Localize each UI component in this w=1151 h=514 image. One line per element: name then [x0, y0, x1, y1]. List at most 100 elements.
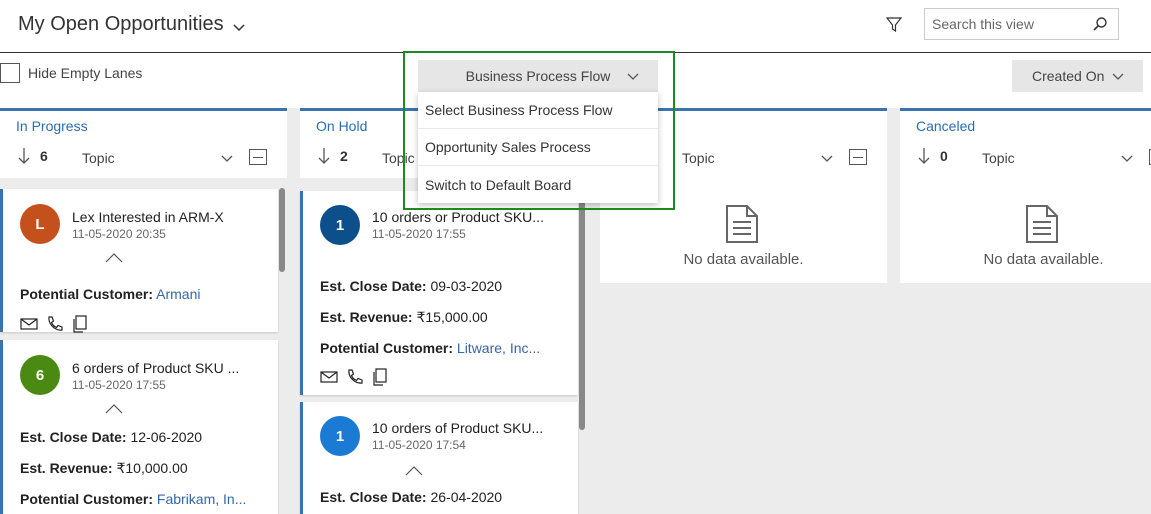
chevron-down-icon[interactable]: [1120, 151, 1134, 170]
card-field-customer: Potential Customer: Fabrikam, In...: [20, 491, 246, 507]
card-date: 11-05-2020 17:55: [372, 227, 466, 241]
field-label: Est. Revenue:: [320, 309, 413, 325]
lane-sort-label[interactable]: Topic: [682, 150, 715, 166]
collapse-lane-button[interactable]: [249, 149, 267, 165]
chevron-down-icon[interactable]: [220, 151, 234, 170]
card-title[interactable]: 10 orders of Product SKU...: [372, 420, 543, 436]
lane-canceled: Canceled 0 Topic No data available.: [900, 108, 1151, 514]
chevron-up-icon[interactable]: [405, 464, 423, 482]
bpf-dropdown-menu: Select Business Process Flow Opportunity…: [418, 92, 658, 203]
menu-item-opportunity-sales-process[interactable]: Opportunity Sales Process: [418, 129, 658, 166]
search-input[interactable]: Search this view: [924, 8, 1119, 40]
page-header: My Open Opportunities Search this view: [0, 0, 1151, 53]
card-date: 11-05-2020 17:55: [72, 378, 166, 392]
bpf-label: Business Process Flow: [465, 68, 611, 84]
search-placeholder: Search this view: [932, 16, 1034, 32]
chevron-down-icon: [1111, 69, 1125, 86]
no-data-message: No data available.: [983, 251, 1104, 268]
lane-count: 6: [18, 147, 48, 165]
lane-count-value: 0: [940, 148, 948, 164]
document-icon: [1025, 204, 1059, 249]
collapse-lane-button[interactable]: [849, 149, 867, 165]
card-actions: [320, 368, 396, 386]
lane-count: 0: [918, 147, 948, 165]
field-value: 09-03-2020: [430, 278, 503, 294]
lane-scrollbar[interactable]: [579, 190, 585, 430]
chevron-down-icon[interactable]: [820, 151, 834, 170]
email-icon: [20, 318, 38, 330]
lane-count-value: 6: [40, 148, 48, 164]
lane-header: In Progress 6 Topic: [0, 108, 287, 178]
customer-link[interactable]: Fabrikam, In...: [157, 491, 246, 507]
phone-icon: [48, 316, 63, 331]
lane-count-value: 2: [340, 148, 348, 164]
field-value: 26-04-2020: [430, 489, 503, 505]
sort-arrow-icon: [918, 148, 930, 164]
hide-empty-lanes-toggle[interactable]: Hide Empty Lanes: [0, 63, 142, 83]
lane-title: On Hold: [316, 118, 368, 134]
lane-sort-label[interactable]: Topic: [382, 150, 415, 166]
card-field-close-date: Est. Close Date: 09-03-2020: [320, 278, 502, 294]
task-icon: [73, 315, 87, 333]
card-field-close-date: Est. Close Date: 12-06-2020: [20, 429, 202, 445]
sort-arrow-icon: [318, 148, 330, 164]
view-selector[interactable]: My Open Opportunities: [18, 13, 248, 36]
hide-empty-lanes-checkbox[interactable]: [0, 63, 20, 83]
document-icon: [725, 204, 759, 249]
sort-by-button[interactable]: Created On: [1012, 60, 1143, 92]
sort-arrow-icon: [18, 148, 30, 164]
card-date: 11-05-2020 20:35: [72, 227, 166, 241]
lane-count: 2: [318, 147, 348, 165]
opportunity-card[interactable]: 1 10 orders or Product SKU... 11-05-2020…: [300, 191, 578, 395]
empty-lane-placeholder: No data available.: [900, 178, 1151, 283]
customer-link[interactable]: Litware, Inc...: [457, 340, 540, 356]
chevron-down-icon: [626, 69, 640, 86]
card-field-customer: Potential Customer: Armani: [20, 286, 201, 302]
lane-title: Canceled: [916, 118, 976, 134]
menu-item-switch-default-board[interactable]: Switch to Default Board: [418, 166, 658, 203]
avatar: L: [20, 204, 60, 244]
field-value: ₹15,000.00: [416, 309, 488, 325]
field-value: ₹10,000.00: [116, 460, 188, 476]
chevron-up-icon[interactable]: [105, 402, 123, 420]
business-process-flow-button[interactable]: Business Process Flow: [418, 60, 658, 92]
card-field-customer: Potential Customer: Litware, Inc...: [320, 340, 540, 356]
field-label: Est. Close Date:: [20, 429, 127, 445]
lane-sort-label[interactable]: Topic: [82, 150, 115, 166]
lane-title: In Progress: [16, 118, 88, 134]
lane-scrollbar[interactable]: [279, 188, 285, 272]
hide-empty-lanes-label: Hide Empty Lanes: [28, 65, 143, 81]
avatar: 1: [320, 205, 360, 245]
field-label: Est. Close Date:: [320, 489, 427, 505]
opportunity-card[interactable]: 6 6 orders of Product SKU ... 11-05-2020…: [0, 340, 278, 514]
field-value: 12-06-2020: [130, 429, 203, 445]
opportunity-card[interactable]: 1 10 orders of Product SKU... 11-05-2020…: [300, 402, 578, 514]
card-title[interactable]: 6 orders of Product SKU ...: [72, 360, 239, 376]
card-date: 11-05-2020 17:54: [372, 438, 466, 452]
lane-sort-label[interactable]: Topic: [982, 150, 1015, 166]
filter-icon[interactable]: [885, 16, 905, 34]
no-data-message: No data available.: [683, 251, 804, 268]
page-title: My Open Opportunities: [18, 13, 224, 35]
field-label: Est. Revenue:: [20, 460, 113, 476]
field-label: Potential Customer:: [20, 286, 154, 302]
field-label: Potential Customer:: [320, 340, 454, 356]
menu-item-select-bpf[interactable]: Select Business Process Flow: [418, 92, 658, 129]
lane-in-progress: In Progress 6 Topic L Lex Interested in …: [0, 108, 287, 514]
lane-header: Canceled 0 Topic: [900, 108, 1151, 178]
chevron-up-icon[interactable]: [105, 251, 123, 269]
opportunity-card[interactable]: L Lex Interested in ARM-X 11-05-2020 20:…: [0, 189, 278, 333]
task-icon: [373, 368, 387, 386]
card-field-revenue: Est. Revenue: ₹10,000.00: [20, 460, 188, 477]
avatar: 6: [20, 355, 60, 395]
field-label: Potential Customer:: [20, 491, 154, 507]
card-title[interactable]: Lex Interested in ARM-X: [72, 209, 224, 225]
card-field-close-date: Est. Close Date: 26-04-2020: [320, 489, 502, 505]
card-field-revenue: Est. Revenue: ₹15,000.00: [320, 309, 488, 326]
phone-icon: [348, 369, 363, 384]
card-actions: [20, 315, 96, 333]
card-title[interactable]: 10 orders or Product SKU...: [372, 209, 544, 225]
search-icon[interactable]: [1092, 16, 1108, 35]
avatar: 1: [320, 416, 360, 456]
customer-link[interactable]: Armani: [156, 286, 200, 302]
